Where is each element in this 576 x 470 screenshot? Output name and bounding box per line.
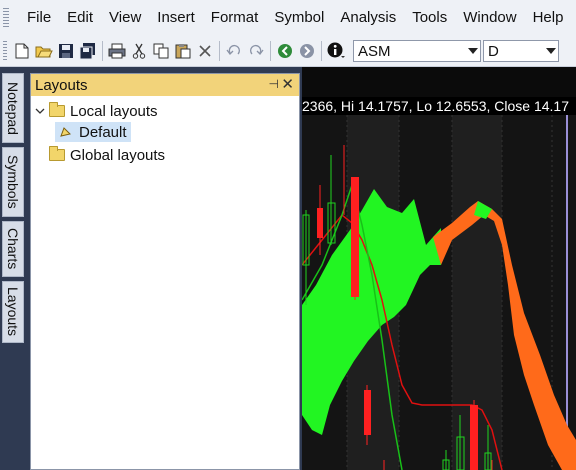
toolbar-separator: [321, 41, 322, 61]
open-icon[interactable]: [33, 40, 55, 62]
side-tab-strip: Notepad Symbols Charts Layouts: [0, 67, 26, 470]
tab-label: Symbols: [5, 155, 21, 209]
menu-analysis[interactable]: Analysis: [332, 0, 404, 36]
tab-layouts[interactable]: Layouts: [2, 281, 24, 343]
tab-notepad[interactable]: Notepad: [2, 73, 24, 143]
chevron-down-icon[interactable]: [544, 41, 558, 61]
period-combo[interactable]: D: [483, 40, 559, 62]
tree-item-local-layouts[interactable]: Local layouts: [35, 101, 158, 121]
paste-icon[interactable]: [172, 40, 194, 62]
menu-grip[interactable]: [3, 8, 9, 28]
tree-item-global-layouts[interactable]: Global layouts: [49, 145, 165, 165]
chart-ohlc-info: 2366, Hi 14.1757, Lo 12.6553, Close 14.1…: [302, 97, 576, 115]
tree-item-default[interactable]: Default: [55, 122, 131, 142]
forward-icon[interactable]: [296, 40, 318, 62]
undo-icon[interactable]: [223, 40, 245, 62]
symbol-combo[interactable]: ASM: [353, 40, 481, 62]
menu-file[interactable]: File: [19, 0, 59, 36]
back-icon[interactable]: [274, 40, 296, 62]
menu-bar: File Edit View Insert Format Symbol Anal…: [0, 0, 576, 36]
save-all-icon[interactable]: [77, 40, 99, 62]
chart-window[interactable]: 2366, Hi 14.1757, Lo 12.6553, Close 14.1…: [302, 67, 576, 470]
chart-header-strip: [302, 67, 576, 97]
menu-edit[interactable]: Edit: [59, 0, 101, 36]
chevron-down-icon[interactable]: [35, 107, 45, 115]
close-icon[interactable]: ✕: [281, 75, 294, 93]
print-icon[interactable]: [106, 40, 128, 62]
symbol-value: ASM: [358, 42, 391, 60]
panel-title: Layouts: [35, 76, 88, 94]
info-icon[interactable]: [325, 40, 347, 62]
period-value: D: [488, 42, 499, 60]
layout-icon: [60, 127, 71, 137]
tree-item-label: Global layouts: [70, 146, 166, 164]
toolbar-separator: [102, 41, 103, 61]
tab-charts[interactable]: Charts: [2, 221, 24, 277]
chart-plot[interactable]: [302, 115, 576, 470]
copy-icon[interactable]: [150, 40, 172, 62]
layouts-panel: Layouts ⊣ ✕ Local layouts Default Global…: [30, 73, 300, 470]
tab-label: Layouts: [5, 287, 21, 337]
tab-label: Charts: [5, 228, 21, 270]
pin-icon[interactable]: ⊣: [269, 77, 279, 91]
menu-format[interactable]: Format: [203, 0, 267, 36]
menu-tools[interactable]: Tools: [404, 0, 455, 36]
tab-label: Notepad: [5, 81, 21, 135]
menu-insert[interactable]: Insert: [149, 0, 203, 36]
delete-icon[interactable]: [194, 40, 216, 62]
toolbar-separator: [219, 41, 220, 61]
redo-icon[interactable]: [245, 40, 267, 62]
selected-item: Default: [55, 122, 131, 142]
menu-symbol[interactable]: Symbol: [266, 0, 332, 36]
toolbar-grip[interactable]: [3, 41, 7, 61]
tree-item-label: Local layouts: [70, 102, 158, 120]
menu-help[interactable]: Help: [525, 0, 572, 36]
tab-symbols[interactable]: Symbols: [2, 147, 24, 217]
chevron-down-icon[interactable]: [466, 41, 480, 61]
save-icon[interactable]: [55, 40, 77, 62]
folder-icon: [49, 102, 65, 117]
menu-window[interactable]: Window: [455, 0, 524, 36]
toolbar: ASM D: [0, 36, 576, 67]
tree-item-label: Default: [79, 123, 127, 141]
cut-icon[interactable]: [128, 40, 150, 62]
toolbar-separator: [270, 41, 271, 61]
folder-icon: [49, 146, 65, 161]
menu-view[interactable]: View: [101, 0, 149, 36]
panel-header: Layouts ⊣ ✕: [31, 74, 299, 96]
new-icon[interactable]: [11, 40, 33, 62]
